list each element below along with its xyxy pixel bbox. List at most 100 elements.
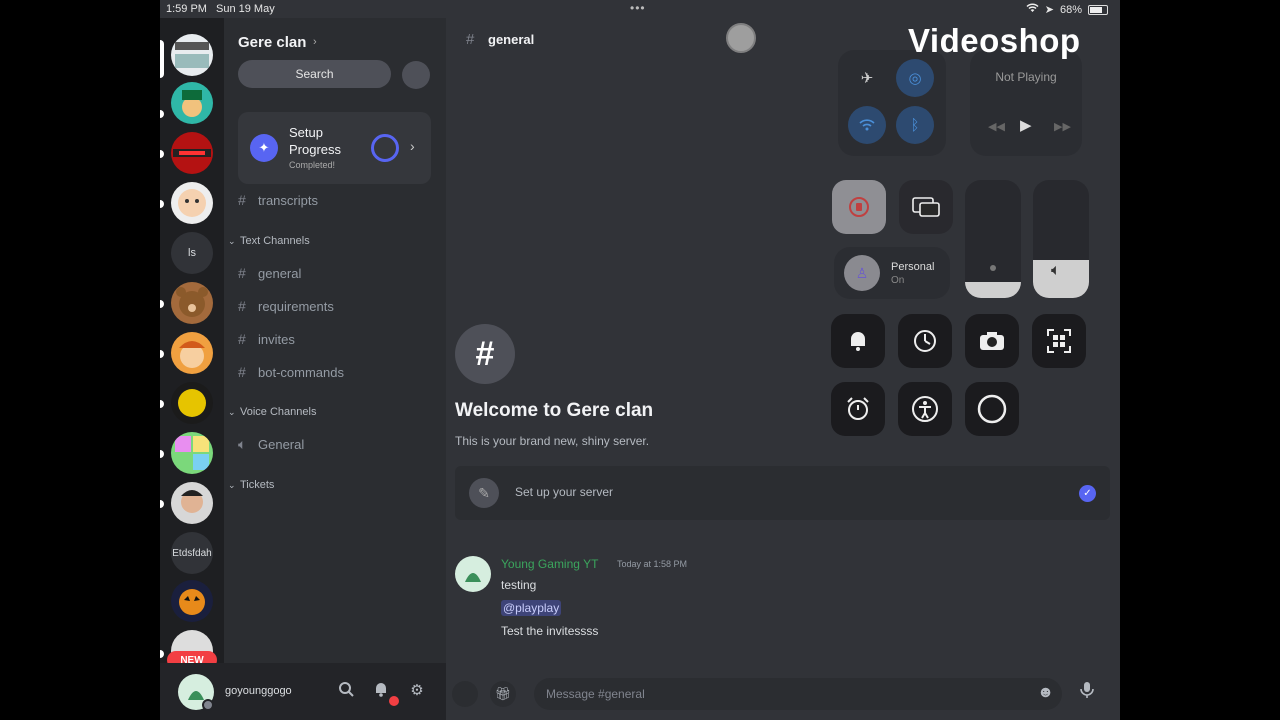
message-line: testing bbox=[501, 578, 537, 592]
server-icon-red-banner[interactable] bbox=[171, 132, 213, 174]
server-icon-pixel[interactable] bbox=[171, 432, 213, 474]
chevron-right-icon[interactable]: › bbox=[313, 36, 317, 48]
category-text-channels[interactable]: ⌄ Text Channels bbox=[228, 232, 310, 250]
alarm-clock-icon[interactable] bbox=[831, 382, 885, 436]
emoji-icon[interactable]: ☻ bbox=[1037, 684, 1054, 702]
wifi-icon bbox=[1026, 3, 1039, 16]
add-member-button[interactable] bbox=[402, 61, 430, 89]
category-tickets[interactable]: ⌄ Tickets bbox=[228, 476, 274, 494]
status-indicators: ➤ 68% bbox=[1026, 3, 1108, 16]
rewind-icon[interactable]: ◀◀ bbox=[988, 120, 1005, 133]
server-icon-pumpkin[interactable] bbox=[171, 580, 213, 622]
message-timestamp: Today at 1:58 PM bbox=[617, 559, 688, 569]
notification-dot bbox=[389, 696, 399, 706]
now-playing-panel[interactable]: Not Playing ◀◀ ▶ ▶▶ bbox=[970, 50, 1082, 156]
server-icon-etdsfdah[interactable]: Etdsfdah bbox=[171, 532, 213, 574]
channel-label: general bbox=[258, 265, 302, 281]
wifi-toggle-icon[interactable] bbox=[848, 106, 886, 144]
bluetooth-icon[interactable]: ᛒ bbox=[896, 106, 934, 144]
sun-icon bbox=[990, 265, 996, 271]
server-icon-cartoon[interactable] bbox=[171, 332, 213, 374]
chevron-right-icon: › bbox=[410, 138, 415, 154]
channel-label: requirements bbox=[258, 298, 334, 314]
setup-server-row[interactable]: ✎ Set up your server ✓ bbox=[455, 466, 1110, 520]
battery-percent: 68% bbox=[1059, 3, 1082, 16]
setup-progress-title: Setup Progress bbox=[289, 125, 342, 157]
welcome-title: Welcome to Gere clan bbox=[455, 400, 654, 421]
locked-hash-icon: # bbox=[238, 192, 246, 208]
search-button[interactable]: Search bbox=[238, 60, 391, 88]
server-name[interactable]: Gere clan bbox=[238, 34, 306, 51]
channel-invites[interactable]: # invites bbox=[238, 328, 295, 350]
server-icon-gold-coin[interactable] bbox=[171, 382, 213, 424]
screen-record-icon[interactable] bbox=[965, 382, 1019, 436]
volume-slider[interactable]: 🔈︎ bbox=[1033, 180, 1089, 298]
category-label: Tickets bbox=[240, 479, 275, 491]
server-icon-photo[interactable] bbox=[171, 482, 213, 524]
timer-icon[interactable] bbox=[898, 314, 952, 368]
channel-transcripts[interactable]: # transcripts bbox=[238, 189, 318, 211]
welcome-subtitle: This is your brand new, shiny server. bbox=[455, 434, 650, 448]
camera-icon[interactable] bbox=[965, 314, 1019, 368]
gift-icon[interactable]: 🎁︎ bbox=[490, 681, 516, 707]
bell-icon[interactable] bbox=[831, 314, 885, 368]
category-label: Voice Channels bbox=[240, 406, 317, 418]
unread-dot bbox=[160, 350, 164, 358]
server-icon-baby[interactable] bbox=[171, 182, 213, 224]
screen-mirroring-icon[interactable] bbox=[899, 180, 953, 234]
unread-dot bbox=[160, 400, 164, 408]
battery-icon bbox=[1088, 4, 1108, 15]
message-input[interactable]: Message #general ☻ bbox=[534, 678, 1062, 710]
setup-row-label: Set up your server bbox=[515, 485, 614, 499]
accessibility-icon[interactable] bbox=[898, 382, 952, 436]
multitasking-dots-icon[interactable]: ••• bbox=[630, 1, 646, 15]
qr-code-scanner-icon[interactable] bbox=[1032, 314, 1086, 368]
watermark: Videoshop bbox=[908, 22, 1081, 59]
channel-title[interactable]: general bbox=[488, 32, 534, 47]
server-icon-gere-clan[interactable] bbox=[171, 34, 213, 76]
channel-bot-commands[interactable]: # bot-commands bbox=[238, 361, 344, 383]
focus-panel[interactable]: ♙ Personal On bbox=[834, 247, 950, 299]
status-indicator bbox=[202, 699, 214, 711]
location-icon: ➤ bbox=[1044, 4, 1054, 16]
magic-wand-icon: ✦ bbox=[250, 134, 278, 162]
chevron-down-icon: ⌄ bbox=[228, 235, 236, 246]
channel-sidebar: Gere clan › Search ✦ Setup Progress Comp… bbox=[224, 18, 446, 663]
unread-dot bbox=[160, 300, 164, 308]
add-attachment-button[interactable] bbox=[452, 681, 478, 707]
hash-icon: # bbox=[238, 364, 246, 380]
message-line: Test the invitessss bbox=[501, 624, 599, 638]
volume-fill bbox=[1033, 260, 1089, 298]
server-icon-bear[interactable] bbox=[171, 282, 213, 324]
message-composer: 🎁︎ Message #general ☻ bbox=[446, 663, 1120, 720]
brightness-slider[interactable] bbox=[965, 180, 1021, 298]
fast-forward-icon[interactable]: ▶▶ bbox=[1054, 120, 1071, 133]
channel-requirements[interactable]: # requirements bbox=[238, 295, 334, 317]
setup-progress-card[interactable]: ✦ Setup Progress Completed! › bbox=[238, 112, 431, 184]
category-label: Text Channels bbox=[240, 235, 310, 247]
server-icon-green-hat[interactable] bbox=[171, 82, 213, 124]
active-server-indicator bbox=[160, 40, 164, 78]
message-avatar[interactable] bbox=[455, 556, 491, 592]
server-rail: ls Etdsfdah NEW bbox=[160, 18, 224, 672]
server-icon-ls[interactable]: ls bbox=[171, 232, 213, 274]
category-voice-channels[interactable]: ⌄ Voice Channels bbox=[228, 403, 316, 421]
screen-rotation-lock-icon[interactable] bbox=[832, 180, 886, 234]
microphone-icon[interactable] bbox=[1080, 681, 1094, 703]
setup-progress-status: Completed! bbox=[289, 160, 336, 170]
unread-dot bbox=[160, 150, 164, 158]
speaker-icon: 🔈︎ bbox=[1051, 262, 1061, 279]
channel-general[interactable]: # general bbox=[238, 262, 301, 284]
username[interactable]: goyounggogo bbox=[225, 685, 292, 697]
voice-channel-general[interactable]: 🔈︎ General bbox=[238, 433, 304, 455]
play-icon[interactable]: ▶ bbox=[1020, 116, 1032, 134]
gear-icon[interactable]: ⚙ bbox=[406, 681, 428, 699]
airdrop-icon[interactable]: ◎ bbox=[896, 59, 934, 97]
user-mention[interactable]: @playplay bbox=[501, 600, 562, 616]
search-icon[interactable] bbox=[335, 681, 357, 701]
airplane-icon[interactable]: ✈ bbox=[848, 59, 886, 97]
ipad-screen: 1:59 PM Sun 19 May ••• ➤ 68% ls Etdsfdah… bbox=[160, 0, 1120, 720]
chevron-down-icon: ⌄ bbox=[228, 479, 236, 490]
message-author[interactable]: Young Gaming YT bbox=[501, 557, 598, 571]
unread-dot bbox=[160, 450, 164, 458]
